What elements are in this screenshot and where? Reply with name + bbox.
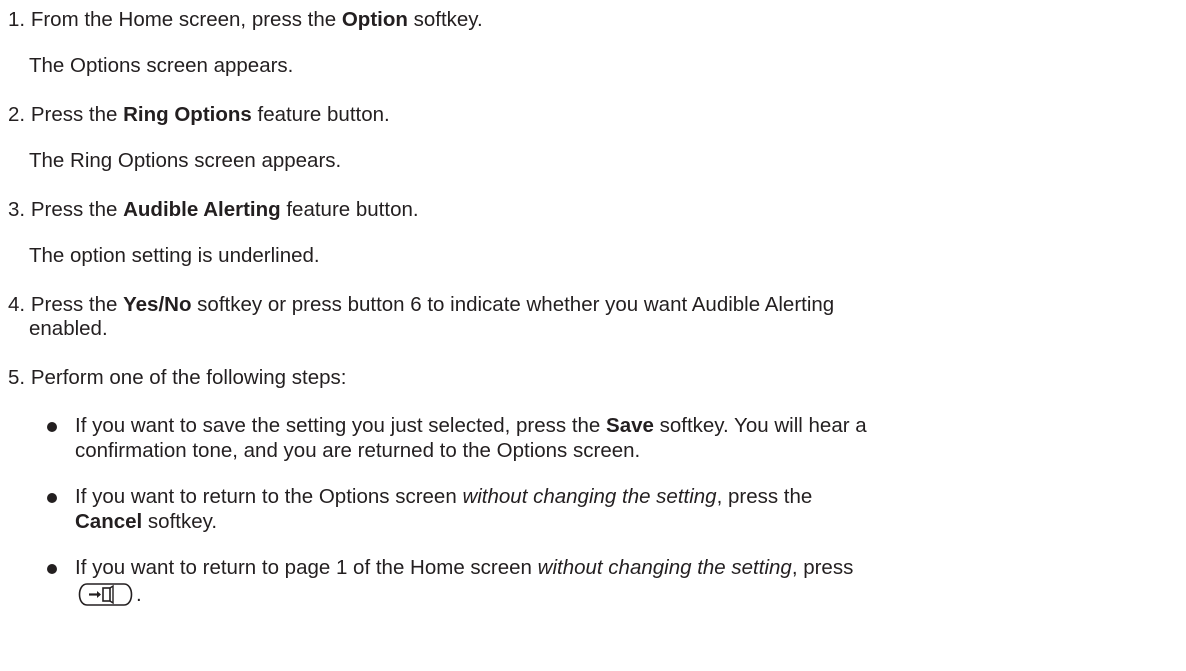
bullet-line-2: confirmation tone, and you are returned … <box>75 439 641 462</box>
step-2-result: The Ring Options screen appears. <box>29 149 342 172</box>
softkey-name: Option <box>341 8 408 31</box>
step-1: 1. From the Home screen, press the Optio… <box>8 7 1168 32</box>
feature-button-name: Ring Options <box>123 103 252 126</box>
step-3-result: The option setting is underlined. <box>29 244 320 267</box>
bullet-line-1: If you want to return to page 1 of the H… <box>75 555 1165 580</box>
step-5: 5. Perform one of the following steps: <box>8 365 1168 390</box>
step-text: Press the <box>30 293 124 316</box>
step-number: 2. <box>8 103 26 126</box>
step-text: softkey or press button 6 to indicate wh… <box>191 293 835 316</box>
step-text: Press the <box>30 103 124 126</box>
bullet-text: If you want to return to the Options scr… <box>75 485 463 508</box>
step-number: 4. <box>8 293 26 316</box>
step-4: 4. Press the Yes/No softkey or press but… <box>8 292 1168 317</box>
bullet-line-1: If you want to return to the Options scr… <box>75 484 1165 509</box>
step-number: 3. <box>8 198 26 221</box>
emphasis-text: without changing the setting <box>537 556 792 579</box>
softkey-name: Yes/No <box>123 293 192 316</box>
step-2: 2. Press the Ring Options feature button… <box>8 102 1168 127</box>
step-text: Perform one of the following steps: <box>30 366 347 389</box>
bullet-text: softkey. You will hear a <box>653 414 867 437</box>
bullet-line-2: Cancel softkey. <box>75 509 1165 534</box>
bullet-text: , press <box>791 556 854 579</box>
step-3: 3. Press the Audible Alerting feature bu… <box>8 197 1168 222</box>
bullet-text: . <box>136 583 142 606</box>
bullet-line-2: . <box>75 582 1165 607</box>
emphasis-text: without changing the setting <box>462 485 717 508</box>
bullet-icon <box>47 422 57 432</box>
step-1-result: The Options screen appears. <box>29 54 294 77</box>
step-text: feature button. <box>251 103 390 126</box>
option-bullet-cancel: If you want to return to the Options scr… <box>47 484 1165 534</box>
bullet-icon <box>47 493 57 503</box>
instruction-page: 1. From the Home screen, press the Optio… <box>0 0 1186 671</box>
bullet-text: If you want to save the setting you just… <box>75 414 607 437</box>
option-bullet-home: If you want to return to page 1 of the H… <box>47 555 1165 607</box>
softkey-name: Cancel <box>75 510 143 533</box>
bullet-text: softkey. <box>142 510 218 533</box>
feature-button-name: Audible Alerting <box>123 198 281 221</box>
step-text: Press the <box>30 198 124 221</box>
home-exit-key-icon <box>75 582 136 607</box>
bullet-text: , press the <box>716 485 813 508</box>
step-4-continuation: enabled. <box>29 317 108 340</box>
step-text: feature button. <box>280 198 419 221</box>
bullet-text: If you want to return to page 1 of the H… <box>75 556 538 579</box>
option-bullet-save: If you want to save the setting you just… <box>47 413 1165 463</box>
bullet-icon <box>47 564 57 574</box>
step-number: 1. <box>8 8 26 31</box>
step-text: From the Home screen, press the <box>30 8 342 31</box>
step-number: 5. <box>8 366 26 389</box>
step-text: softkey. <box>407 8 483 31</box>
bullet-line-1: If you want to save the setting you just… <box>75 413 1165 438</box>
softkey-name: Save <box>606 414 654 437</box>
